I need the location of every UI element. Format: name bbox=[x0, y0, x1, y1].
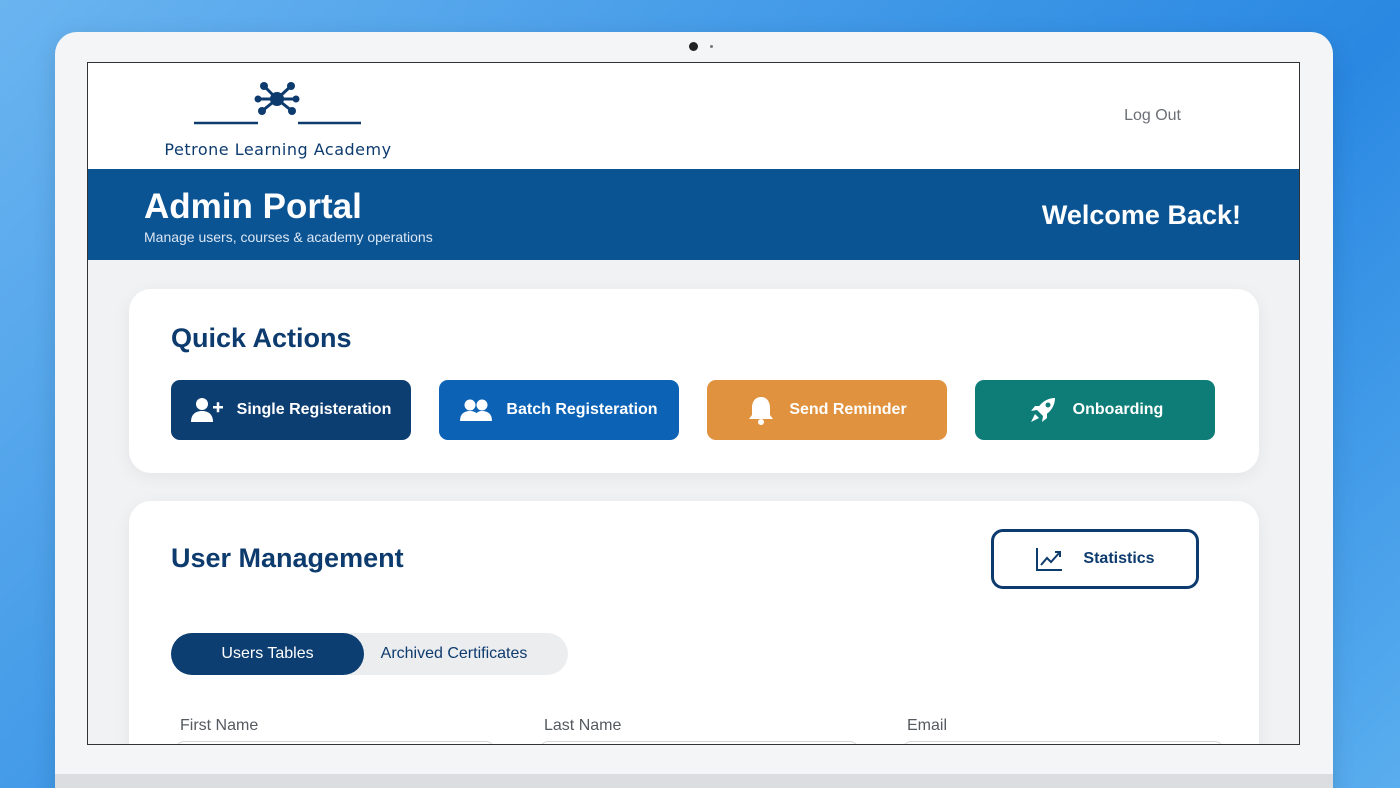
brand-logo[interactable]: Petrone Learning Academy bbox=[158, 77, 398, 159]
camera-sensor-icon bbox=[710, 45, 713, 48]
tab-group: Users Tables Archived Certificates bbox=[171, 633, 568, 675]
add-user-icon bbox=[190, 398, 223, 422]
app-screen: Petrone Learning Academy Log Out Admin P… bbox=[87, 62, 1300, 745]
rocket-icon bbox=[1030, 398, 1055, 422]
logout-link[interactable]: Log Out bbox=[1124, 107, 1181, 125]
chart-trend-icon bbox=[1036, 548, 1063, 571]
send-reminder-button[interactable]: Send Reminder bbox=[707, 380, 947, 440]
tab-users-tables[interactable]: Users Tables bbox=[171, 633, 364, 675]
welcome-message: Welcome Back! bbox=[1041, 200, 1241, 230]
user-management-title: User Management bbox=[171, 543, 404, 573]
laptop-hinge bbox=[55, 774, 1333, 788]
onboarding-label: Onboarding bbox=[1072, 401, 1164, 418]
email-label: Email bbox=[907, 717, 948, 734]
users-icon bbox=[460, 399, 493, 421]
quick-actions-title: Quick Actions bbox=[171, 323, 352, 353]
statistics-label: Statistics bbox=[1083, 550, 1155, 567]
network-logo-icon bbox=[194, 82, 361, 125]
email-field[interactable] bbox=[903, 741, 1223, 744]
hero-banner: Admin Portal Manage users, courses & aca… bbox=[88, 169, 1299, 260]
onboarding-button[interactable]: Onboarding bbox=[975, 380, 1215, 440]
last-name-field[interactable] bbox=[540, 741, 858, 744]
user-management-card: User Management Statistics Users Tables … bbox=[129, 501, 1259, 744]
top-bar: Petrone Learning Academy Log Out bbox=[88, 63, 1299, 169]
last-name-label: Last Name bbox=[544, 717, 622, 734]
first-name-field[interactable] bbox=[176, 741, 494, 744]
page-title: Admin Portal bbox=[144, 187, 362, 226]
first-name-label: First Name bbox=[180, 717, 259, 734]
brand-name: Petrone Learning Academy bbox=[164, 140, 392, 159]
batch-registration-button[interactable]: Batch Registeration bbox=[439, 380, 679, 440]
statistics-button[interactable]: Statistics bbox=[991, 529, 1199, 589]
batch-registration-label: Batch Registeration bbox=[506, 401, 658, 418]
quick-actions-card: Quick Actions Single Registeration Batch… bbox=[129, 289, 1259, 473]
single-registration-button[interactable]: Single Registeration bbox=[171, 380, 411, 440]
tab-archived-certificates[interactable]: Archived Certificates bbox=[364, 633, 544, 675]
bell-icon bbox=[749, 397, 774, 425]
single-registration-label: Single Registeration bbox=[236, 401, 392, 418]
send-reminder-label: Send Reminder bbox=[789, 401, 907, 418]
page-subtitle: Manage users, courses & academy operatio… bbox=[144, 229, 433, 245]
camera-icon bbox=[689, 42, 698, 51]
